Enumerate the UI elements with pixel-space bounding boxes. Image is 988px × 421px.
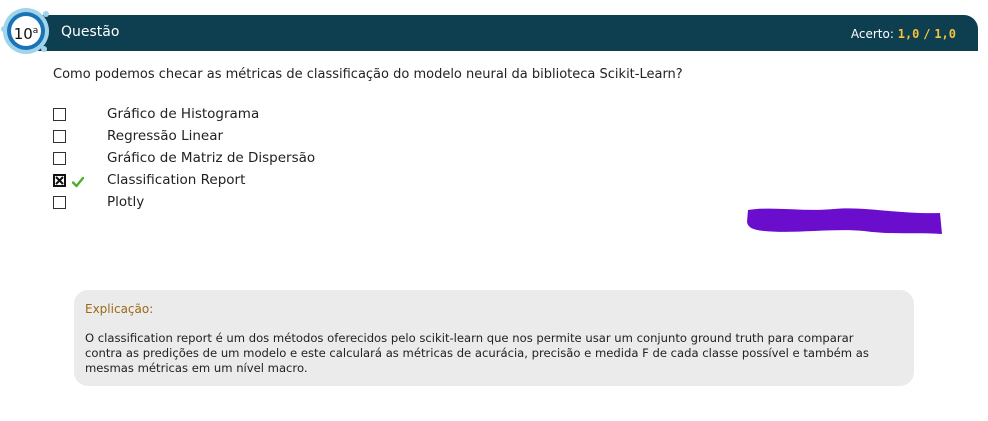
score-separator: / (923, 27, 931, 41)
option-checkbox[interactable] (53, 130, 66, 143)
option-item[interactable]: Classification Report (53, 172, 373, 194)
option-checkbox[interactable] (53, 152, 66, 165)
option-label: Plotly (107, 194, 145, 210)
option-label: Gráfico de Matriz de Dispersão (107, 150, 316, 166)
score-display: Acerto: 1,0 / 1,0 (851, 27, 956, 41)
option-checkbox[interactable] (53, 108, 66, 121)
option-label: Regressão Linear (107, 128, 224, 144)
question-number-value: 10 (13, 25, 33, 43)
option-label: Gráfico de Histograma (107, 106, 260, 122)
question-number-badge: 10a (1, 8, 49, 54)
question-number: 10a (11, 16, 41, 46)
option-label: Classification Report (107, 172, 246, 188)
checked-checkbox-icon[interactable] (53, 174, 66, 187)
option-item[interactable]: Gráfico de Histograma (53, 106, 373, 128)
options-list: Gráfico de Histograma Regressão Linear G… (53, 106, 373, 216)
score-value: 1,0 (897, 27, 920, 41)
badge-dot (41, 46, 47, 52)
badge-dot (43, 11, 49, 17)
score-label: Acerto: (850, 27, 894, 41)
question-card: Questão Acerto: 1,0 / 1,0 10a Como podem… (0, 0, 988, 421)
explanation-text: O classification report é um dos métodos… (85, 331, 869, 375)
explanation-box: Explicação: O classification report é um… (74, 290, 914, 386)
check-mark-icon (71, 173, 85, 188)
option-checkbox[interactable] (53, 196, 66, 209)
question-text: Como podemos checar as métricas de class… (53, 67, 683, 82)
badge-ring: 10a (7, 12, 45, 50)
score-total: 1,0 (934, 27, 956, 41)
option-item[interactable]: Regressão Linear (53, 128, 373, 150)
redaction-mark (747, 208, 942, 234)
question-header-bar: Questão Acerto: 1,0 / 1,0 (38, 15, 978, 51)
question-title: Questão (61, 24, 120, 40)
option-item[interactable]: Plotly (53, 194, 373, 216)
question-number-ordinal: a (32, 26, 39, 36)
explanation-title: Explicação: (85, 302, 154, 316)
option-item[interactable]: Gráfico de Matriz de Dispersão (53, 150, 373, 172)
